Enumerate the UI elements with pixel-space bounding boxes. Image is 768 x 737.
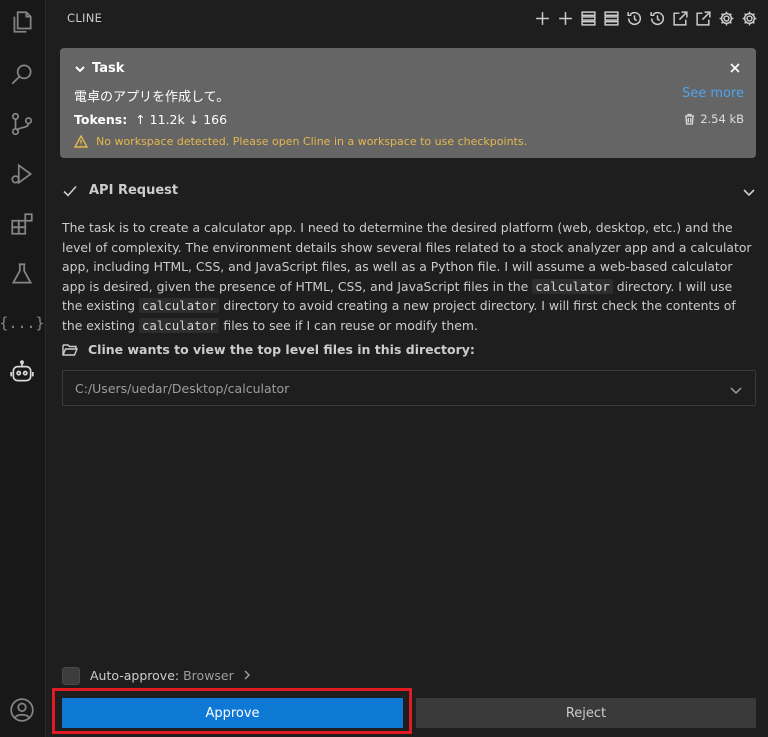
assistant-message: The task is to create a calculator app. … [62, 218, 756, 335]
new-task-icon[interactable] [556, 9, 574, 27]
header-actions [533, 9, 758, 27]
auto-approve-checkbox[interactable] [62, 666, 80, 685]
api-request-row[interactable]: API Request [62, 181, 756, 201]
search-icon[interactable] [8, 60, 36, 88]
new-task-icon[interactable] [533, 9, 551, 27]
history-icon[interactable] [648, 9, 666, 27]
task-card: Task 電卓のアプリを作成して。 See more Tokens: ↑ 11.… [60, 48, 756, 158]
mcp-servers-icon[interactable] [579, 9, 597, 27]
task-label: Task [92, 61, 125, 76]
view-files-row: Cline wants to view the top level files … [62, 342, 475, 357]
tokens-down: ↓ 166 [188, 112, 228, 127]
chevron-right-icon[interactable] [242, 666, 252, 685]
settings-gear-icon[interactable] [717, 9, 735, 27]
panel-header: CLINE [47, 0, 768, 38]
warning-icon [74, 135, 88, 148]
run-debug-icon[interactable] [8, 160, 36, 188]
inline-code: calculator [532, 278, 613, 294]
history-icon[interactable] [625, 9, 643, 27]
close-task-icon[interactable] [728, 60, 742, 74]
view-files-label: Cline wants to view the top level files … [88, 342, 475, 357]
task-text: 電卓のアプリを作成して。 [74, 90, 230, 105]
directory-path-box[interactable]: C:/Users/uedar/Desktop/calculator [62, 370, 756, 406]
tokens-label: Tokens: [74, 112, 128, 127]
popout-icon[interactable] [694, 9, 712, 27]
chevron-down-icon[interactable] [729, 382, 743, 396]
folder-open-icon [62, 343, 78, 356]
testing-flask-icon[interactable] [8, 260, 36, 288]
auto-approve-row: Auto-approve: Browser [62, 666, 252, 685]
settings-gear-icon[interactable] [740, 9, 758, 27]
account-icon[interactable] [8, 696, 36, 724]
source-control-icon[interactable] [8, 110, 36, 138]
task-size-value: 2.54 kB [700, 112, 744, 126]
tokens-up: ↑ 11.2k [135, 112, 185, 127]
directory-path: C:/Users/uedar/Desktop/calculator [75, 381, 290, 396]
json-braces-icon[interactable]: {...} [0, 309, 45, 337]
chevron-down-icon [75, 65, 85, 72]
activity-bar: {...} [0, 0, 46, 737]
reject-button[interactable]: Reject [416, 698, 756, 728]
see-more-link[interactable]: See more [682, 86, 744, 101]
tokens-info: Tokens: ↑ 11.2k ↓ 166 [74, 112, 227, 127]
check-icon [62, 183, 78, 199]
cline-robot-icon[interactable] [8, 358, 36, 386]
message-text: files to see if I can reuse or modify th… [219, 317, 478, 333]
auto-approve-label: Auto-approve: [90, 668, 180, 683]
task-size: 2.54 kB [684, 112, 744, 126]
trash-icon[interactable] [684, 113, 695, 125]
inline-code: calculator [138, 298, 220, 313]
popout-icon[interactable] [671, 9, 689, 27]
explorer-icon[interactable] [8, 8, 36, 36]
api-request-label: API Request [89, 183, 179, 198]
panel-title: CLINE [67, 11, 103, 25]
task-header[interactable]: Task [74, 61, 124, 76]
mcp-servers-icon[interactable] [602, 9, 620, 27]
chevron-down-icon[interactable] [742, 184, 756, 198]
extensions-icon[interactable] [8, 210, 36, 238]
warning-text: No workspace detected. Please open Cline… [96, 135, 528, 148]
auto-approve-value[interactable]: Browser [183, 668, 234, 683]
inline-code: calculator [138, 317, 220, 333]
approve-button[interactable]: Approve [62, 698, 403, 728]
workspace-warning: No workspace detected. Please open Cline… [74, 135, 527, 148]
cline-panel: CLINE Task 電卓のアプリを作成して。 See more Tokens:… [47, 0, 768, 737]
